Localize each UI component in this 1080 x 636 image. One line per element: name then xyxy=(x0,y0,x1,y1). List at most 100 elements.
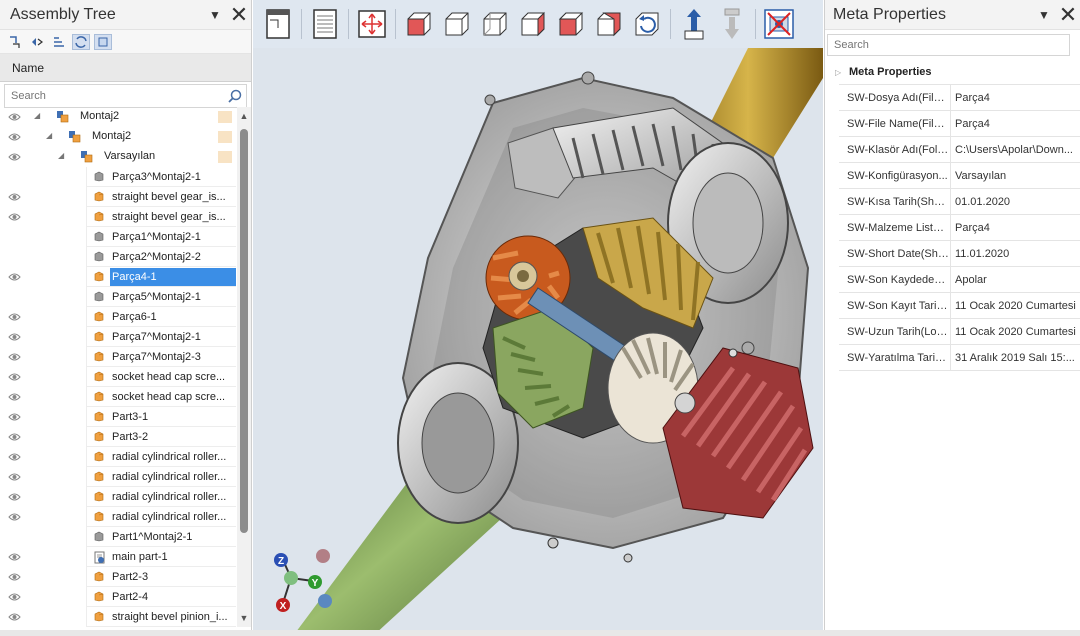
explode-down-icon[interactable] xyxy=(713,4,751,44)
tree-row[interactable]: Parça3^Montaj2-1 xyxy=(0,167,236,187)
property-row[interactable]: SW-Son Kayıt Tarihi... 11 Ocak 2020 Cumar… xyxy=(839,292,1080,319)
tree-row[interactable]: Parça2^Montaj2-2 xyxy=(0,247,236,267)
axis-z-label: Z xyxy=(278,556,284,567)
scroll-down-icon[interactable]: ▼ xyxy=(239,613,249,623)
toolbar-separator xyxy=(670,9,671,39)
property-row[interactable]: SW-File Name(File ... Parça4 xyxy=(839,110,1080,137)
tree-row[interactable]: Parça5^Montaj2-1 xyxy=(0,287,236,307)
property-row[interactable]: SW-Son Kaydeden(... Apolar xyxy=(839,266,1080,293)
visibility-eye-icon[interactable] xyxy=(8,492,21,502)
tree-row[interactable]: ◢ Montaj2 xyxy=(0,127,236,147)
explode-up-icon[interactable] xyxy=(675,4,713,44)
tree-row[interactable]: radial cylindrical roller... xyxy=(0,467,236,487)
tree-row[interactable]: straight bevel gear_is... xyxy=(0,207,236,227)
view-right-icon[interactable] xyxy=(514,4,552,44)
collapse-triangle-icon[interactable]: ◢ xyxy=(46,131,52,140)
panel-menu-chevron-icon[interactable]: ▼ xyxy=(203,3,227,27)
sync-selection-icon[interactable] xyxy=(72,33,90,50)
property-row[interactable]: SW-Uzun Tarih(Lon... 11 Ocak 2020 Cumarte… xyxy=(839,318,1080,345)
visibility-eye-icon[interactable] xyxy=(8,552,21,562)
visibility-eye-icon[interactable] xyxy=(8,512,21,522)
meta-search-input[interactable] xyxy=(834,39,1069,51)
tree-scrollbar[interactable]: ▲ ▼ xyxy=(237,107,251,627)
panel-menu-chevron-icon[interactable]: ▼ xyxy=(1032,3,1056,27)
tree-row[interactable]: Parça7^Montaj2-1 xyxy=(0,327,236,347)
view-left-icon[interactable] xyxy=(476,4,514,44)
tree-row[interactable]: Parça6-1 xyxy=(0,307,236,327)
meta-section-header[interactable]: ▷ Meta Properties xyxy=(825,60,1080,84)
expand-triangle-icon[interactable]: ▷ xyxy=(835,68,849,77)
name-column-header[interactable]: Name xyxy=(0,54,251,82)
tree-row[interactable]: ◢ Varsayılan xyxy=(0,147,236,167)
page-view-icon[interactable] xyxy=(259,4,297,44)
tree-row[interactable]: main part-1 xyxy=(0,547,236,567)
tree-row[interactable]: radial cylindrical roller... xyxy=(0,507,236,527)
3d-viewport[interactable]: Z Y X xyxy=(253,0,823,636)
rotate-view-icon[interactable] xyxy=(628,4,666,44)
tree-row[interactable]: Part3-1 xyxy=(0,407,236,427)
search-icon[interactable] xyxy=(224,89,246,103)
tree-row[interactable]: Part1^Montaj2-1 xyxy=(0,527,236,547)
visibility-eye-icon[interactable] xyxy=(8,592,21,602)
visibility-eye-icon[interactable] xyxy=(8,472,21,482)
close-icon[interactable]: ✕ xyxy=(227,2,251,27)
visibility-eye-icon[interactable] xyxy=(8,212,21,222)
tree-row[interactable]: socket head cap scre... xyxy=(0,367,236,387)
visibility-eye-icon[interactable] xyxy=(8,412,21,422)
property-row[interactable]: SW-Konfigürasyon... Varsayılan xyxy=(839,162,1080,189)
fit-all-icon[interactable] xyxy=(353,4,391,44)
collapse-tree-icon[interactable] xyxy=(28,34,46,50)
visibility-eye-icon[interactable] xyxy=(8,612,21,622)
property-row[interactable]: SW-Klasör Adı(Fold... C:\Users\Apolar\Dow… xyxy=(839,136,1080,163)
document-icon[interactable] xyxy=(306,4,344,44)
configuration-icon xyxy=(80,150,93,163)
tree-row[interactable]: Part2-4 xyxy=(0,587,236,607)
assembly-render[interactable]: Z Y X xyxy=(253,48,823,636)
tree-row[interactable]: radial cylindrical roller... xyxy=(0,487,236,507)
visibility-eye-icon[interactable] xyxy=(8,112,21,122)
tree-row[interactable]: Part2-3 xyxy=(0,567,236,587)
part-gray-icon xyxy=(94,531,104,542)
visibility-eye-icon[interactable] xyxy=(8,152,21,162)
visibility-eye-icon[interactable] xyxy=(8,452,21,462)
visibility-eye-icon[interactable] xyxy=(8,132,21,142)
visibility-eye-icon[interactable] xyxy=(8,392,21,402)
view-bottom-icon[interactable] xyxy=(590,4,628,44)
tree-row[interactable]: socket head cap scre... xyxy=(0,387,236,407)
isolate-icon[interactable] xyxy=(94,33,112,50)
scroll-up-icon[interactable]: ▲ xyxy=(239,111,249,121)
expand-tree-icon[interactable] xyxy=(6,34,24,50)
property-row[interactable]: SW-Short Date(Sho... 11.01.2020 xyxy=(839,240,1080,267)
view-front-icon[interactable] xyxy=(400,4,438,44)
tree-row[interactable]: radial cylindrical roller... xyxy=(0,447,236,467)
tree-row[interactable]: Parça4-1 xyxy=(0,267,236,287)
visibility-eye-icon[interactable] xyxy=(8,332,21,342)
tree-row[interactable]: ◢ Montaj2 xyxy=(0,107,236,127)
visibility-eye-icon[interactable] xyxy=(8,312,21,322)
property-row[interactable]: SW-Kısa Tarih(Short... 01.01.2020 xyxy=(839,188,1080,215)
visibility-eye-icon[interactable] xyxy=(8,572,21,582)
view-back-icon[interactable] xyxy=(438,4,476,44)
visibility-eye-icon[interactable] xyxy=(8,272,21,282)
collapse-triangle-icon[interactable]: ◢ xyxy=(34,111,40,120)
tree-search-input[interactable] xyxy=(11,90,224,102)
visibility-eye-icon[interactable] xyxy=(8,432,21,442)
close-icon[interactable]: ✕ xyxy=(1056,2,1080,27)
scrollbar-thumb[interactable] xyxy=(240,129,248,533)
view-top-icon[interactable] xyxy=(552,4,590,44)
tree-row[interactable]: Part3-2 xyxy=(0,427,236,447)
status-bar xyxy=(0,630,1080,636)
tree-row[interactable]: Parça7^Montaj2-3 xyxy=(0,347,236,367)
tree-row[interactable]: Parça1^Montaj2-1 xyxy=(0,227,236,247)
property-row[interactable]: SW-Yaratılma Tarihi... 31 Aralık 2019 Sal… xyxy=(839,344,1080,371)
tree-row[interactable]: straight bevel pinion_i... xyxy=(0,607,236,627)
filter-tree-icon[interactable] xyxy=(50,34,68,50)
visibility-eye-icon[interactable] xyxy=(8,352,21,362)
hide-selection-icon[interactable] xyxy=(760,4,798,44)
tree-row[interactable]: straight bevel gear_is... xyxy=(0,187,236,207)
visibility-eye-icon[interactable] xyxy=(8,192,21,202)
collapse-triangle-icon[interactable]: ◢ xyxy=(58,151,64,160)
property-row[interactable]: SW-Dosya Adı(File ... Parça4 xyxy=(839,84,1080,111)
property-row[interactable]: SW-Malzeme Listes... Parça4 xyxy=(839,214,1080,241)
visibility-eye-icon[interactable] xyxy=(8,372,21,382)
